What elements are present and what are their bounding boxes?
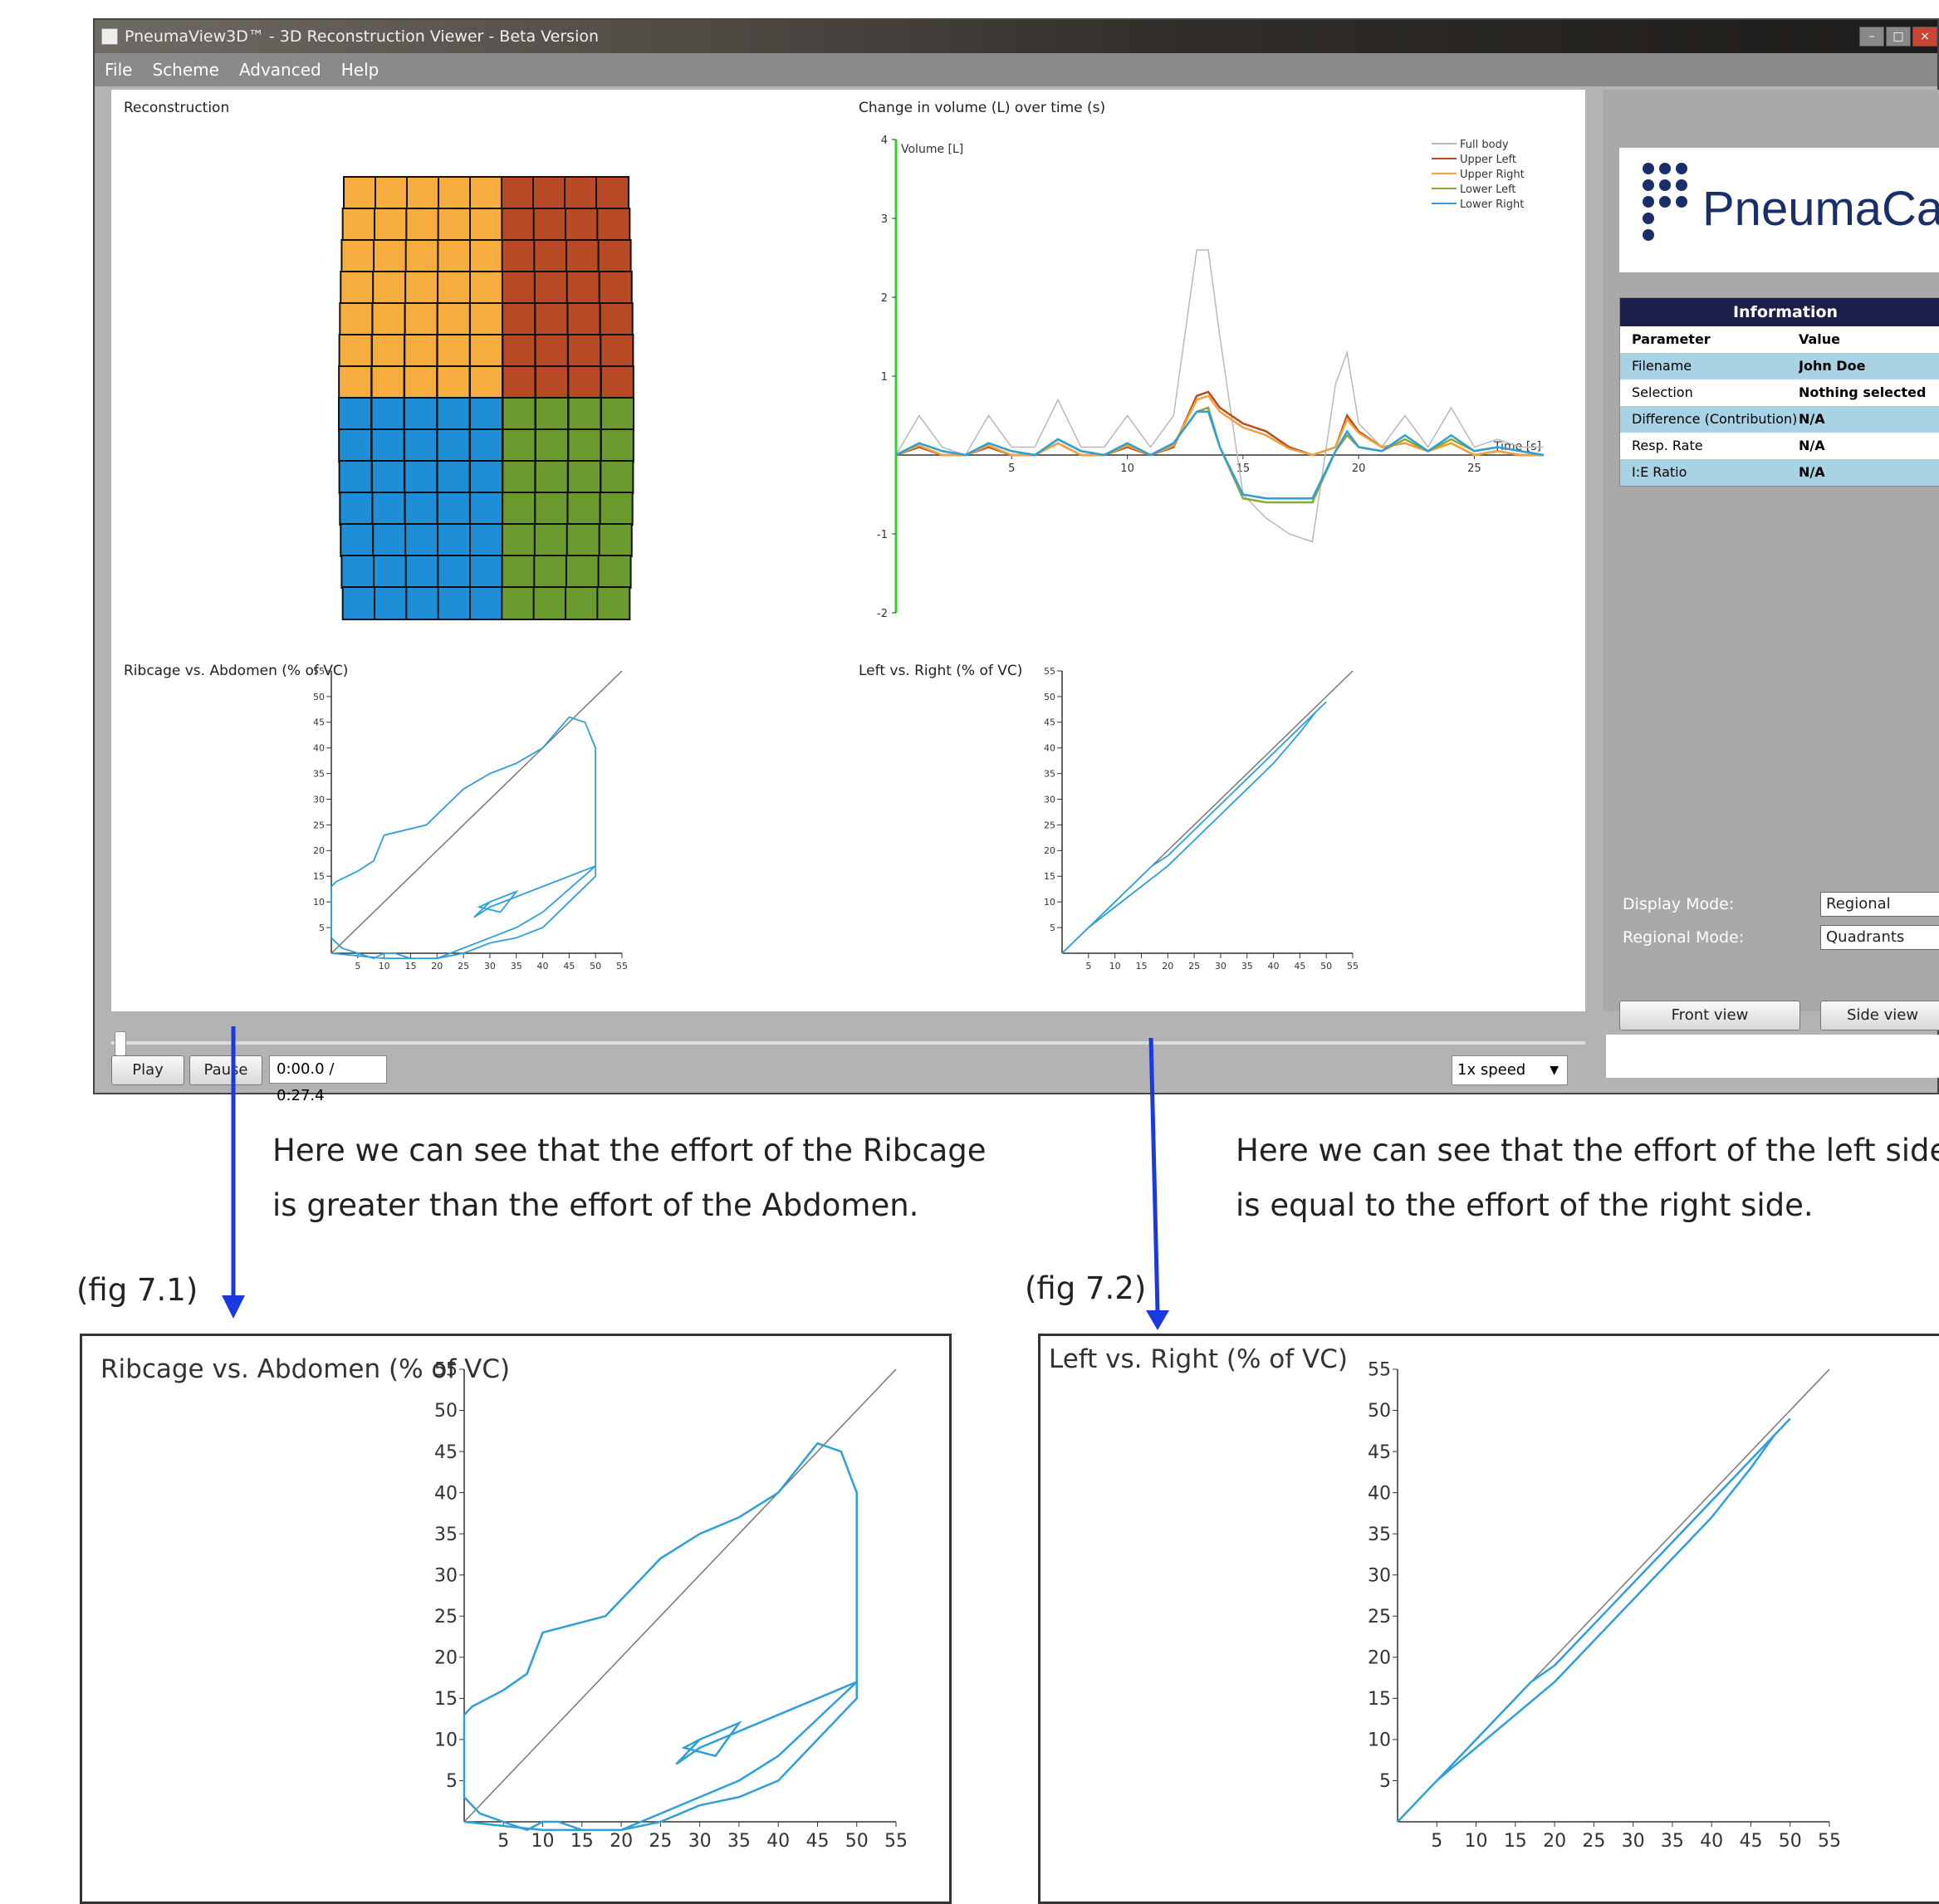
fig-7-2-chart: 5510101515202025253030353540404545505055… xyxy=(1368,1360,1841,1852)
y-tick-label: 25 xyxy=(1368,1607,1391,1627)
arrow-left-head xyxy=(222,1295,245,1319)
x-tick-label: 10 xyxy=(531,1831,555,1852)
y-tick-label: 50 xyxy=(434,1401,458,1422)
x-tick-label: 35 xyxy=(1661,1831,1684,1852)
loop-line xyxy=(463,1441,858,1832)
x-tick-label: 35 xyxy=(727,1831,751,1852)
x-tick-label: 25 xyxy=(649,1831,672,1852)
arrow-right-line xyxy=(1148,1037,1160,1313)
annotation-right-line2: is equal to the effort of the right side… xyxy=(1236,1187,1814,1223)
fig-7-2-label: (fig 7.2) xyxy=(1025,1270,1147,1306)
annotation-right: Here we can see that the effort of the l… xyxy=(1236,1123,1939,1233)
y-tick-label: 30 xyxy=(434,1565,458,1586)
annotation-left: Here we can see that the effort of the R… xyxy=(272,1123,987,1233)
x-tick-label: 15 xyxy=(570,1831,594,1852)
y-tick-label: 50 xyxy=(1368,1401,1391,1422)
x-tick-label: 10 xyxy=(1465,1831,1488,1852)
fig-7-1-chart: 5510101515202025253030353540404545505055… xyxy=(434,1360,908,1852)
y-tick-label: 35 xyxy=(434,1525,458,1545)
y-tick-label: 30 xyxy=(1368,1565,1391,1586)
x-tick-label: 5 xyxy=(1431,1831,1442,1852)
y-tick-label: 10 xyxy=(434,1730,458,1751)
y-tick-label: 55 xyxy=(434,1360,458,1381)
fig-7-2-title: Left vs. Right (% of VC) xyxy=(1049,1344,1348,1374)
figure-7-1: Ribcage vs. Abdomen (% of VC) 5 5 10 10 15 15… xyxy=(80,1334,952,1904)
x-tick-label: 45 xyxy=(805,1831,829,1852)
y-tick-label: 40 xyxy=(1368,1483,1391,1504)
x-tick-label: 45 xyxy=(1739,1831,1762,1852)
y-tick-label: 5 xyxy=(1379,1771,1391,1792)
annotation-left-line2: is greater than the effort of the Abdome… xyxy=(272,1187,919,1223)
y-tick-label: 45 xyxy=(1368,1442,1391,1463)
y-tick-label: 5 xyxy=(446,1771,458,1792)
y-tick-label: 25 xyxy=(434,1607,458,1627)
figure-7-2: Left vs. Right (% of VC) 5 5 10 10 15 15 20 20 2… xyxy=(1038,1334,1939,1904)
y-tick-label: 10 xyxy=(1368,1730,1391,1751)
x-tick-label: 20 xyxy=(610,1831,633,1852)
identity-line xyxy=(463,1368,897,1823)
annotation-right-line1: Here we can see that the effort of the l… xyxy=(1236,1133,1939,1168)
y-tick-label: 40 xyxy=(434,1483,458,1504)
x-tick-label: 40 xyxy=(1700,1831,1723,1852)
x-tick-label: 55 xyxy=(1818,1831,1841,1852)
x-tick-label: 20 xyxy=(1543,1831,1566,1852)
x-tick-label: 30 xyxy=(688,1831,712,1852)
y-tick-label: 15 xyxy=(434,1689,458,1710)
x-tick-label: 40 xyxy=(766,1831,790,1852)
x-tick-label: 25 xyxy=(1582,1831,1605,1852)
x-tick-label: 30 xyxy=(1622,1831,1645,1852)
annotation-left-line1: Here we can see that the effort of the R… xyxy=(272,1133,987,1168)
x-tick-label: 15 xyxy=(1504,1831,1527,1852)
y-tick-label: 15 xyxy=(1368,1689,1391,1710)
y-tick-label: 35 xyxy=(1368,1525,1391,1545)
y-tick-label: 20 xyxy=(1368,1648,1391,1669)
x-tick-label: 50 xyxy=(845,1831,869,1852)
fig-7-1-label: (fig 7.1) xyxy=(76,1272,198,1308)
x-tick-label: 5 xyxy=(497,1831,509,1852)
y-tick-label: 20 xyxy=(434,1648,458,1669)
arrow-right-head xyxy=(1146,1310,1169,1330)
y-tick-label: 55 xyxy=(1368,1360,1391,1381)
loop-line xyxy=(1397,1417,1791,1823)
y-tick-label: 45 xyxy=(434,1442,458,1463)
x-tick-label: 50 xyxy=(1779,1831,1802,1852)
x-tick-label: 55 xyxy=(884,1831,908,1852)
